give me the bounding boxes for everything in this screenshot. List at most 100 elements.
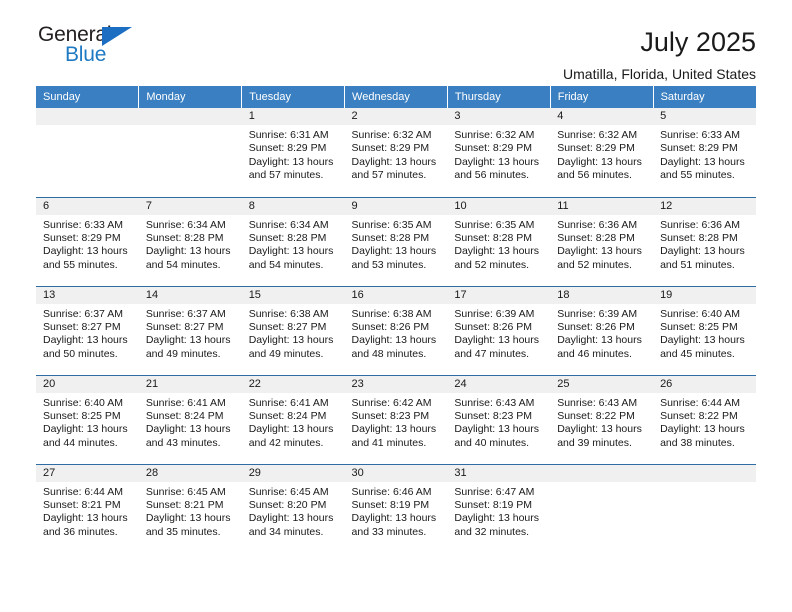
calendar-empty-cell bbox=[653, 463, 756, 553]
sunset-text: Sunset: 8:29 PM bbox=[248, 142, 327, 155]
daylight-text: Daylight: 13 hours and 34 minutes. bbox=[248, 512, 334, 538]
sunset-text: Sunset: 8:21 PM bbox=[145, 498, 224, 511]
day-number: 19 bbox=[653, 286, 756, 304]
day-cell-inner: 9 Sunrise: 6:35 AM Sunset: 8:28 PM Daylight… bbox=[344, 197, 448, 286]
sunrise-text: Sunrise: 6:44 AM bbox=[660, 396, 741, 409]
calendar-day-cell[interactable]: 25 Sunrise: 6:43 AM Sunset: 8:22 PM Dayligh… bbox=[550, 374, 654, 464]
sunset-text: Sunset: 8:23 PM bbox=[351, 409, 430, 422]
calendar-day-cell[interactable]: 8 Sunrise: 6:34 AM Sunset: 8:28 PM Daylight… bbox=[241, 196, 345, 286]
calendar-day-cell[interactable]: 5 Sunrise: 6:33 AM Sunset: 8:29 PM Daylight… bbox=[653, 108, 756, 197]
daylight-text: Daylight: 13 hours and 44 minutes. bbox=[43, 423, 128, 449]
sunrise-text: Sunrise: 6:32 AM bbox=[557, 129, 638, 141]
calendar-day-cell[interactable]: 30 Sunrise: 6:46 AM Sunset: 8:19 PM Dayligh… bbox=[344, 463, 448, 554]
day-details: Sunrise: 6:37 AM Sunset: 8:27 PM Daylight:… bbox=[139, 304, 242, 362]
day-cell-inner: 31 Sunrise: 6:47 AM Sunset: 8:19 PM Dayligh… bbox=[447, 464, 551, 554]
calendar-day-cell[interactable]: 21 Sunrise: 6:41 AM Sunset: 8:24 PM Dayligh… bbox=[138, 374, 242, 464]
day-details: Sunrise: 6:36 AM Sunset: 8:28 PM Daylight:… bbox=[653, 215, 756, 273]
day-number: 14 bbox=[138, 286, 242, 304]
calendar-header-row: Sunday Monday Tuesday Wednesday Thursday… bbox=[36, 86, 756, 108]
calendar-day-cell[interactable]: 2 Sunrise: 6:32 AM Sunset: 8:29 PM Daylight… bbox=[344, 108, 448, 197]
day-number: 10 bbox=[447, 197, 551, 215]
day-details: Sunrise: 6:32 AM Sunset: 8:29 PM Daylight:… bbox=[550, 125, 653, 183]
daylight-text: Daylight: 13 hours and 50 minutes. bbox=[43, 334, 128, 360]
day-cell-inner: 18 Sunrise: 6:39 AM Sunset: 8:26 PM Dayligh… bbox=[550, 286, 654, 375]
day-cell-inner: 28 Sunrise: 6:45 AM Sunset: 8:21 PM Dayligh… bbox=[138, 464, 242, 554]
sunrise-text: Sunrise: 6:38 AM bbox=[248, 307, 329, 320]
sunrise-text: Sunrise: 6:35 AM bbox=[454, 218, 535, 231]
sunrise-text: Sunrise: 6:38 AM bbox=[351, 307, 432, 320]
day-details: Sunrise: 6:40 AM Sunset: 8:25 PM Daylight:… bbox=[653, 304, 756, 362]
day-number: 18 bbox=[550, 286, 654, 304]
day-details: Sunrise: 6:31 AM Sunset: 8:29 PM Daylight:… bbox=[242, 125, 345, 183]
day-cell-inner: 2 Sunrise: 6:32 AM Sunset: 8:29 PM Daylight… bbox=[344, 108, 448, 197]
daylight-text: Daylight: 13 hours and 35 minutes. bbox=[145, 512, 231, 538]
sunset-text: Sunset: 8:24 PM bbox=[145, 409, 224, 422]
sunset-text: Sunset: 8:27 PM bbox=[248, 320, 327, 333]
day-number: 26 bbox=[653, 375, 756, 393]
calendar-day-cell[interactable]: 7 Sunrise: 6:34 AM Sunset: 8:28 PM Daylight… bbox=[138, 196, 242, 286]
day-number: 27 bbox=[36, 464, 139, 482]
calendar-day-cell[interactable]: 17 Sunrise: 6:39 AM Sunset: 8:26 PM Dayligh… bbox=[447, 285, 551, 375]
day-details: Sunrise: 6:37 AM Sunset: 8:27 PM Daylight:… bbox=[36, 304, 139, 362]
calendar-day-cell[interactable]: 12 Sunrise: 6:36 AM Sunset: 8:28 PM Dayligh… bbox=[653, 196, 756, 286]
daylight-text: Daylight: 13 hours and 41 minutes. bbox=[351, 423, 437, 449]
sunset-text: Sunset: 8:27 PM bbox=[145, 320, 224, 333]
calendar-day-cell[interactable]: 1 Sunrise: 6:31 AM Sunset: 8:29 PM Daylight… bbox=[241, 108, 345, 197]
calendar-day-cell[interactable]: 15 Sunrise: 6:38 AM Sunset: 8:27 PM Dayligh… bbox=[241, 285, 345, 375]
day-number: 2 bbox=[344, 108, 448, 125]
sunset-text: Sunset: 8:28 PM bbox=[557, 231, 635, 244]
sunrise-text: Sunrise: 6:47 AM bbox=[454, 485, 535, 498]
sunrise-text: Sunrise: 6:41 AM bbox=[248, 396, 329, 409]
calendar-body: 1 Sunrise: 6:31 AM Sunset: 8:29 PM Daylight… bbox=[36, 108, 756, 553]
calendar-day-cell[interactable]: 14 Sunrise: 6:37 AM Sunset: 8:27 PM Dayligh… bbox=[138, 285, 242, 375]
calendar-day-cell[interactable]: 26 Sunrise: 6:44 AM Sunset: 8:22 PM Dayligh… bbox=[653, 374, 756, 464]
calendar-day-cell[interactable]: 22 Sunrise: 6:41 AM Sunset: 8:24 PM Dayligh… bbox=[241, 374, 345, 464]
day-cell-inner: 17 Sunrise: 6:39 AM Sunset: 8:26 PM Dayligh… bbox=[447, 286, 551, 375]
day-cell-inner: 23 Sunrise: 6:42 AM Sunset: 8:23 PM Dayligh… bbox=[344, 375, 448, 464]
calendar-day-cell[interactable]: 6 Sunrise: 6:33 AM Sunset: 8:29 PM Daylight… bbox=[36, 196, 139, 286]
day-details: Sunrise: 6:45 AM Sunset: 8:20 PM Daylight:… bbox=[242, 482, 345, 540]
weekday-header-sunday: Sunday bbox=[36, 86, 140, 108]
calendar-day-cell[interactable]: 13 Sunrise: 6:37 AM Sunset: 8:27 PM Dayligh… bbox=[36, 285, 139, 375]
sunset-text: Sunset: 8:20 PM bbox=[248, 498, 327, 511]
day-number: 3 bbox=[447, 108, 551, 125]
calendar-day-cell[interactable]: 3 Sunrise: 6:32 AM Sunset: 8:29 PM Daylight… bbox=[447, 108, 551, 197]
day-details: Sunrise: 6:34 AM Sunset: 8:28 PM Daylight:… bbox=[242, 215, 345, 273]
day-details: Sunrise: 6:34 AM Sunset: 8:28 PM Daylight:… bbox=[139, 215, 242, 273]
calendar-day-cell[interactable]: 4 Sunrise: 6:32 AM Sunset: 8:29 PM Daylight… bbox=[550, 108, 654, 197]
day-cell-inner: 15 Sunrise: 6:38 AM Sunset: 8:27 PM Dayligh… bbox=[241, 286, 345, 375]
calendar-day-cell[interactable]: 19 Sunrise: 6:40 AM Sunset: 8:25 PM Dayligh… bbox=[653, 285, 756, 375]
generalblue-logo[interactable]: General Blue bbox=[36, 24, 156, 72]
sunrise-text: Sunrise: 6:31 AM bbox=[248, 129, 329, 141]
calendar-day-cell[interactable]: 9 Sunrise: 6:35 AM Sunset: 8:28 PM Daylight… bbox=[344, 196, 448, 286]
calendar-day-cell[interactable]: 23 Sunrise: 6:42 AM Sunset: 8:23 PM Dayligh… bbox=[344, 374, 448, 464]
day-number: 17 bbox=[447, 286, 551, 304]
day-cell-inner: 30 Sunrise: 6:46 AM Sunset: 8:19 PM Dayligh… bbox=[344, 464, 448, 554]
calendar-day-cell[interactable]: 31 Sunrise: 6:47 AM Sunset: 8:19 PM Dayligh… bbox=[447, 463, 551, 554]
daylight-text: Daylight: 13 hours and 45 minutes. bbox=[660, 334, 745, 360]
sunrise-text: Sunrise: 6:39 AM bbox=[557, 307, 638, 320]
calendar-day-cell[interactable]: 24 Sunrise: 6:43 AM Sunset: 8:23 PM Dayligh… bbox=[447, 374, 551, 464]
day-cell-inner: 5 Sunrise: 6:33 AM Sunset: 8:29 PM Daylight… bbox=[653, 108, 756, 197]
sunrise-text: Sunrise: 6:44 AM bbox=[43, 485, 123, 498]
calendar-day-cell[interactable]: 27 Sunrise: 6:44 AM Sunset: 8:21 PM Dayligh… bbox=[36, 463, 139, 553]
page-title: July 2025 bbox=[640, 27, 756, 57]
calendar-day-cell[interactable]: 18 Sunrise: 6:39 AM Sunset: 8:26 PM Dayligh… bbox=[550, 285, 654, 375]
daylight-text: Daylight: 13 hours and 56 minutes. bbox=[557, 155, 642, 182]
calendar-day-cell[interactable]: 20 Sunrise: 6:40 AM Sunset: 8:25 PM Dayligh… bbox=[36, 374, 139, 464]
day-details: Sunrise: 6:33 AM Sunset: 8:29 PM Daylight:… bbox=[653, 125, 756, 183]
day-cell-inner: 3 Sunrise: 6:32 AM Sunset: 8:29 PM Daylight… bbox=[447, 108, 551, 197]
sunset-text: Sunset: 8:25 PM bbox=[43, 409, 121, 422]
triangle-icon bbox=[102, 27, 132, 46]
daylight-text: Daylight: 13 hours and 47 minutes. bbox=[454, 334, 540, 360]
day-details: Sunrise: 6:38 AM Sunset: 8:26 PM Daylight:… bbox=[345, 304, 448, 362]
calendar-day-cell[interactable]: 29 Sunrise: 6:45 AM Sunset: 8:20 PM Dayligh… bbox=[241, 463, 345, 553]
day-number: 1 bbox=[241, 108, 345, 125]
calendar-day-cell[interactable]: 28 Sunrise: 6:45 AM Sunset: 8:21 PM Dayligh… bbox=[138, 463, 242, 554]
day-details: Sunrise: 6:42 AM Sunset: 8:23 PM Daylight:… bbox=[345, 393, 448, 451]
calendar-day-cell[interactable]: 10 Sunrise: 6:35 AM Sunset: 8:28 PM Dayligh… bbox=[447, 196, 551, 286]
calendar-day-cell[interactable]: 16 Sunrise: 6:38 AM Sunset: 8:26 PM Dayligh… bbox=[344, 285, 448, 375]
calendar-day-cell[interactable]: 11 Sunrise: 6:36 AM Sunset: 8:28 PM Dayligh… bbox=[550, 196, 654, 286]
day-cell-inner bbox=[138, 108, 242, 197]
day-details: Sunrise: 6:32 AM Sunset: 8:29 PM Daylight:… bbox=[345, 125, 448, 183]
